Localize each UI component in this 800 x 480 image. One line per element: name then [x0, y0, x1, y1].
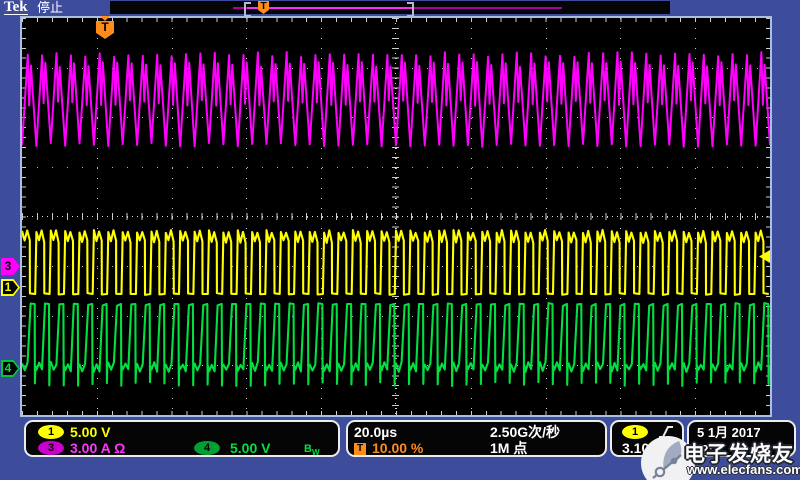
run-state-label: 停止 — [37, 0, 63, 15]
ch1-badge: 1 — [38, 425, 64, 439]
waveform-canvas — [22, 18, 770, 415]
ch4-scale-readout: 5.00 V — [230, 441, 270, 456]
horizontal-readout-box: 20.0µs 2.50G次/秒 T 10.00 % 1M 点 — [346, 420, 607, 457]
acquisition-preview-bar: T — [110, 1, 670, 14]
waveform-ch3 — [22, 52, 770, 147]
channel-readout-box: 1 5.00 V 3 3.00 A Ω 4 5.00 V BW — [24, 420, 340, 457]
watermark-url: www.elecfans.com — [687, 462, 800, 477]
ch3-scale-readout: 3.00 A Ω — [70, 441, 125, 456]
waveform-ch4 — [22, 303, 769, 386]
graticule: T — [20, 16, 772, 417]
oscilloscope-screen: Tek 停止 T T 3 1 4 1 — [0, 0, 800, 480]
ch1-position-marker[interactable]: 1 — [1, 279, 20, 296]
window-end-bracket-icon — [407, 2, 414, 17]
tek-logo: Tek — [4, 0, 28, 15]
trigger-position-mini-icon: T — [258, 1, 269, 14]
ch4-badge: 4 — [194, 441, 220, 455]
ch3-badge: 3 — [38, 441, 64, 455]
timebase-readout: 20.0µs — [354, 425, 397, 440]
waveform-ch1 — [22, 230, 769, 295]
bandwidth-limit-indicator: BW — [304, 442, 320, 460]
trigger-position-icon: T — [354, 443, 366, 455]
record-length-readout: 1M 点 — [490, 441, 527, 456]
top-status-bar: Tek 停止 T — [0, 0, 800, 16]
ch4-position-marker[interactable]: 4 — [1, 360, 20, 377]
trigger-position-readout: 10.00 % — [372, 441, 423, 456]
sample-rate-readout: 2.50G次/秒 — [490, 425, 560, 440]
ch3-position-marker[interactable]: 3 — [1, 258, 20, 275]
window-start-bracket-icon — [244, 2, 251, 17]
display-window-line — [247, 7, 412, 9]
ch1-scale-readout: 5.00 V — [70, 425, 110, 440]
